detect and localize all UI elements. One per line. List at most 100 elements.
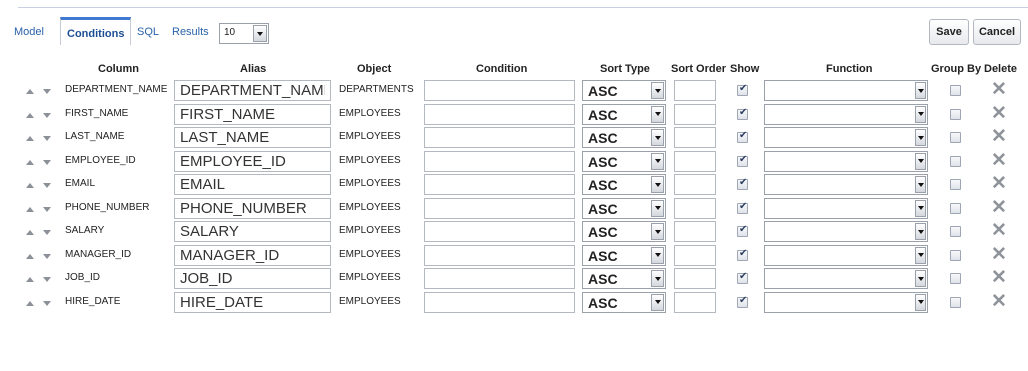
function-select[interactable] [764, 244, 928, 266]
alias-input[interactable] [174, 150, 331, 172]
sort-type-select[interactable]: ASC [582, 127, 666, 148]
sort-type-select[interactable]: ASC [582, 221, 666, 242]
rows-per-page-select[interactable]: 10 [219, 23, 269, 44]
cancel-button[interactable]: Cancel [973, 19, 1021, 45]
dropdown-button[interactable] [651, 270, 664, 287]
delete-icon[interactable]: ✕ [991, 80, 1007, 100]
move-down-icon[interactable] [43, 112, 51, 118]
delete-icon[interactable]: ✕ [991, 197, 1007, 218]
show-checkbox[interactable]: ✔ [737, 177, 748, 190]
group-by-checkbox[interactable] [950, 179, 961, 190]
function-select[interactable] [764, 127, 928, 148]
move-up-icon[interactable] [26, 183, 34, 188]
move-up-icon[interactable] [26, 253, 34, 259]
move-up-icon[interactable] [26, 89, 34, 94]
function-select[interactable] [764, 103, 928, 125]
move-down-icon[interactable] [43, 277, 51, 282]
alias-input[interactable] [174, 244, 331, 266]
show-checkbox[interactable]: ✔ [737, 154, 748, 167]
function-select[interactable] [764, 268, 928, 289]
sort-type-select[interactable]: ASC [582, 291, 666, 313]
dropdown-button[interactable] [915, 246, 926, 264]
alias-input[interactable] [174, 197, 331, 219]
function-select[interactable] [764, 174, 928, 195]
sort-type-select[interactable]: ASC [582, 174, 666, 195]
group-by-checkbox[interactable] [950, 273, 961, 284]
function-select[interactable] [764, 150, 928, 172]
dropdown-button[interactable] [651, 129, 664, 146]
move-up-icon[interactable] [26, 112, 34, 118]
sort-type-select[interactable]: ASC [582, 268, 666, 289]
dropdown-button[interactable] [651, 105, 664, 123]
group-by-checkbox[interactable] [950, 226, 961, 237]
move-down-icon[interactable] [43, 89, 51, 94]
dropdown-button[interactable] [651, 176, 664, 193]
sort-order-input[interactable] [674, 244, 716, 266]
condition-input[interactable] [424, 127, 575, 148]
delete-icon[interactable]: ✕ [991, 268, 1007, 288]
dropdown-button[interactable] [915, 223, 926, 240]
alias-input[interactable] [174, 103, 331, 125]
group-by-checkbox[interactable] [950, 108, 961, 120]
delete-icon[interactable]: ✕ [991, 103, 1007, 124]
dropdown-button[interactable] [651, 82, 664, 99]
group-by-checkbox[interactable] [950, 155, 961, 167]
dropdown-button[interactable] [651, 293, 664, 311]
alias-input[interactable] [174, 80, 331, 101]
tab-results[interactable]: Results [172, 17, 209, 45]
move-up-icon[interactable] [26, 277, 34, 282]
group-by-checkbox[interactable] [950, 132, 961, 143]
dropdown-button[interactable] [915, 105, 926, 123]
dropdown-button[interactable] [651, 199, 664, 217]
move-down-icon[interactable] [43, 136, 51, 141]
move-up-icon[interactable] [26, 300, 34, 306]
function-select[interactable] [764, 80, 928, 101]
alias-input[interactable] [174, 174, 331, 195]
sort-order-input[interactable] [674, 221, 716, 242]
move-up-icon[interactable] [26, 230, 34, 235]
dropdown-button[interactable] [915, 152, 926, 170]
sort-order-input[interactable] [674, 174, 716, 195]
show-checkbox[interactable]: ✔ [737, 271, 748, 284]
alias-input[interactable] [174, 127, 331, 148]
dropdown-button[interactable] [253, 25, 267, 42]
move-up-icon[interactable] [26, 159, 34, 165]
group-by-checkbox[interactable] [950, 249, 961, 261]
sort-type-select[interactable]: ASC [582, 197, 666, 219]
move-down-icon[interactable] [43, 206, 51, 212]
condition-input[interactable] [424, 103, 575, 125]
alias-input[interactable] [174, 291, 331, 313]
dropdown-button[interactable] [915, 129, 926, 146]
move-up-icon[interactable] [26, 206, 34, 212]
move-down-icon[interactable] [43, 183, 51, 188]
sort-order-input[interactable] [674, 291, 716, 313]
delete-icon[interactable]: ✕ [991, 150, 1007, 171]
condition-input[interactable] [424, 197, 575, 219]
show-checkbox[interactable]: ✔ [737, 83, 748, 96]
move-down-icon[interactable] [43, 159, 51, 165]
group-by-checkbox[interactable] [950, 296, 961, 308]
show-checkbox[interactable]: ✔ [737, 224, 748, 237]
group-by-checkbox[interactable] [950, 85, 961, 96]
save-button[interactable]: Save [929, 19, 969, 45]
move-up-icon[interactable] [26, 136, 34, 141]
show-checkbox[interactable]: ✔ [737, 248, 748, 261]
dropdown-button[interactable] [651, 223, 664, 240]
delete-icon[interactable]: ✕ [991, 221, 1007, 241]
condition-input[interactable] [424, 80, 575, 101]
tab-conditions[interactable]: Conditions [60, 17, 132, 45]
sort-type-select[interactable]: ASC [582, 244, 666, 266]
alias-input[interactable] [174, 268, 331, 289]
delete-icon[interactable]: ✕ [991, 244, 1007, 265]
group-by-checkbox[interactable] [950, 202, 961, 214]
condition-input[interactable] [424, 221, 575, 242]
delete-icon[interactable]: ✕ [991, 127, 1007, 147]
condition-input[interactable] [424, 268, 575, 289]
show-checkbox[interactable]: ✔ [737, 107, 748, 120]
sort-type-select[interactable]: ASC [582, 103, 666, 125]
delete-icon[interactable]: ✕ [991, 291, 1007, 312]
dropdown-button[interactable] [915, 176, 926, 193]
move-down-icon[interactable] [43, 253, 51, 259]
sort-order-input[interactable] [674, 127, 716, 148]
dropdown-button[interactable] [651, 152, 664, 170]
